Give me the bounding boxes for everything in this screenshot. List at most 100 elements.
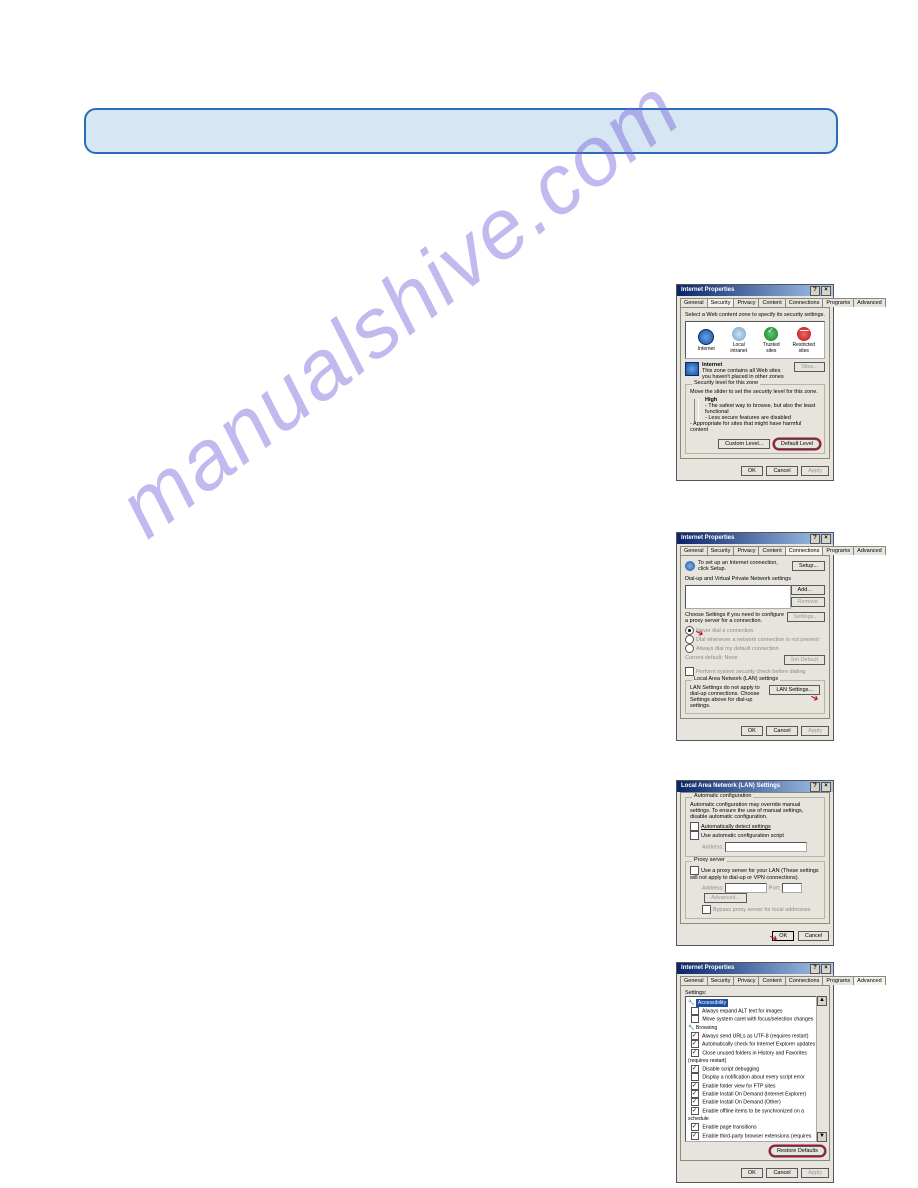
tab-connections[interactable]: Connections bbox=[785, 298, 824, 307]
proxy-group: Proxy server Use a proxy server for your… bbox=[685, 861, 825, 919]
zone-restricted[interactable]: Restricted sites bbox=[791, 327, 817, 354]
dialog-buttons: OK Cancel Apply bbox=[677, 462, 833, 480]
close-icon[interactable]: × bbox=[821, 964, 831, 974]
bullet: - Appropriate for sites that might have … bbox=[690, 421, 820, 433]
panel: To set up an Internet connection, click … bbox=[680, 555, 830, 719]
zone-trusted[interactable]: Trusted sites bbox=[758, 327, 784, 354]
close-icon[interactable]: × bbox=[821, 782, 831, 792]
apply-button: Apply bbox=[801, 726, 829, 736]
ok-button[interactable]: OK bbox=[741, 1168, 763, 1178]
security-slider[interactable] bbox=[694, 399, 699, 421]
tab-security[interactable]: Security bbox=[707, 976, 735, 985]
tab-advanced[interactable]: Advanced bbox=[853, 298, 885, 307]
tab-programs[interactable]: Programs bbox=[822, 976, 854, 985]
tab-general[interactable]: General bbox=[680, 976, 708, 985]
checkbox-auto-detect[interactable] bbox=[690, 822, 699, 831]
slider-hint: Move the slider to set the security leve… bbox=[690, 389, 820, 395]
zone-icons[interactable]: Internet Local intranet Trusted sites Re… bbox=[685, 321, 825, 359]
tab-programs[interactable]: Programs bbox=[822, 546, 854, 555]
tab-programs[interactable]: Programs bbox=[822, 298, 854, 307]
lan-group: Local Area Network (LAN) settings LAN Se… bbox=[685, 680, 825, 714]
checkbox[interactable] bbox=[685, 667, 694, 676]
checkbox[interactable] bbox=[691, 1107, 699, 1115]
radio[interactable] bbox=[685, 626, 694, 635]
tab-security[interactable]: Security bbox=[707, 546, 735, 555]
checkbox[interactable] bbox=[691, 1049, 699, 1057]
dialup-list[interactable] bbox=[685, 585, 791, 609]
auto-detect-row: Automatically detect settings bbox=[690, 822, 820, 831]
tab-security[interactable]: Security bbox=[707, 298, 735, 307]
sysec-check: Perform system security check before dia… bbox=[685, 667, 825, 676]
scroll-down-icon[interactable]: ▼ bbox=[817, 1132, 827, 1142]
checkbox[interactable] bbox=[691, 1032, 699, 1040]
checkbox[interactable] bbox=[691, 1090, 699, 1098]
tab-connections[interactable]: Connections bbox=[785, 976, 824, 985]
proxy-port-input bbox=[782, 883, 802, 893]
checkbox-bypass bbox=[702, 905, 711, 914]
settings-tree[interactable]: 🔧 Accessibility Always expand ALT text f… bbox=[685, 996, 825, 1142]
help-icon[interactable]: ? bbox=[810, 286, 820, 296]
add-button[interactable]: Add... bbox=[791, 585, 825, 595]
tab-privacy[interactable]: Privacy bbox=[733, 298, 759, 307]
zone-internet[interactable]: Internet bbox=[693, 329, 719, 352]
checkbox[interactable] bbox=[691, 1007, 699, 1015]
radio-always: Always dial my default connection bbox=[685, 644, 825, 653]
ok-button[interactable]: OK bbox=[741, 726, 763, 736]
cancel-button[interactable]: Cancel bbox=[766, 1168, 797, 1178]
title: Internet Properties bbox=[681, 287, 734, 293]
close-icon[interactable]: × bbox=[821, 534, 831, 544]
tab-content[interactable]: Content bbox=[758, 298, 785, 307]
default-level-button[interactable]: Default Level bbox=[774, 439, 820, 449]
close-icon[interactable]: × bbox=[821, 286, 831, 296]
titlebar: Internet Properties ? × bbox=[677, 285, 833, 296]
tab-privacy[interactable]: Privacy bbox=[733, 976, 759, 985]
advanced-button: Advanced... bbox=[704, 893, 747, 903]
checkbox[interactable] bbox=[691, 1123, 699, 1131]
tab-privacy[interactable]: Privacy bbox=[733, 546, 759, 555]
setup-button[interactable]: Setup... bbox=[792, 561, 825, 571]
help-icon[interactable]: ? bbox=[810, 782, 820, 792]
help-icon[interactable]: ? bbox=[810, 534, 820, 544]
zone-desc: This zone contains all Web sites you hav… bbox=[702, 368, 789, 380]
radio-whenever: Dial whenever a network connection is no… bbox=[685, 635, 825, 644]
tab-content[interactable]: Content bbox=[758, 546, 785, 555]
cancel-button[interactable]: Cancel bbox=[766, 726, 797, 736]
tab-advanced[interactable]: Advanced bbox=[853, 976, 885, 985]
red-arrow-icon: ➔ bbox=[767, 932, 779, 946]
checkbox[interactable] bbox=[691, 1132, 699, 1140]
scrollbar[interactable]: ▲ ▼ bbox=[816, 996, 825, 1142]
scroll-up-icon[interactable]: ▲ bbox=[817, 996, 827, 1006]
help-icon[interactable]: ? bbox=[810, 964, 820, 974]
zone-intranet[interactable]: Local intranet bbox=[726, 327, 752, 354]
auto-text: Automatic configuration may override man… bbox=[690, 802, 820, 820]
restore-defaults-button[interactable]: Restore Defaults bbox=[770, 1146, 825, 1156]
checkbox[interactable] bbox=[691, 1065, 699, 1073]
panel: Automatic configuration Automatic config… bbox=[680, 792, 830, 924]
tab-advanced[interactable]: Advanced bbox=[853, 546, 885, 555]
proxy-addr-row: Address: Port: Advanced... bbox=[702, 883, 820, 903]
cancel-button[interactable]: Cancel bbox=[798, 931, 829, 941]
checkbox[interactable] bbox=[691, 1073, 699, 1081]
radio[interactable] bbox=[685, 644, 694, 653]
setup-text: To set up an Internet connection, click … bbox=[698, 560, 787, 572]
group-title: Automatic configuration bbox=[692, 793, 753, 799]
title: Local Area Network (LAN) Settings bbox=[681, 783, 780, 789]
checkbox[interactable] bbox=[691, 1082, 699, 1090]
tab-connections[interactable]: Connections bbox=[785, 546, 824, 555]
tab-content[interactable]: Content bbox=[758, 976, 785, 985]
tab-general[interactable]: General bbox=[680, 546, 708, 555]
checkbox-auto-script[interactable] bbox=[690, 831, 699, 840]
stop-icon bbox=[797, 327, 811, 341]
cancel-button[interactable]: Cancel bbox=[766, 466, 797, 476]
address-row: Address: bbox=[702, 842, 820, 852]
titlebar: Internet Properties ? × bbox=[677, 963, 833, 974]
address-input bbox=[725, 842, 807, 852]
tab-general[interactable]: General bbox=[680, 298, 708, 307]
checkbox[interactable] bbox=[691, 1015, 699, 1023]
checkbox[interactable] bbox=[691, 1040, 699, 1048]
checkbox[interactable] bbox=[691, 1098, 699, 1106]
ok-button[interactable]: OK bbox=[741, 466, 763, 476]
custom-level-button[interactable]: Custom Level... bbox=[718, 439, 770, 449]
checkbox-proxy[interactable] bbox=[690, 866, 699, 875]
security-level-group: Security level for this zone Move the sl… bbox=[685, 384, 825, 454]
